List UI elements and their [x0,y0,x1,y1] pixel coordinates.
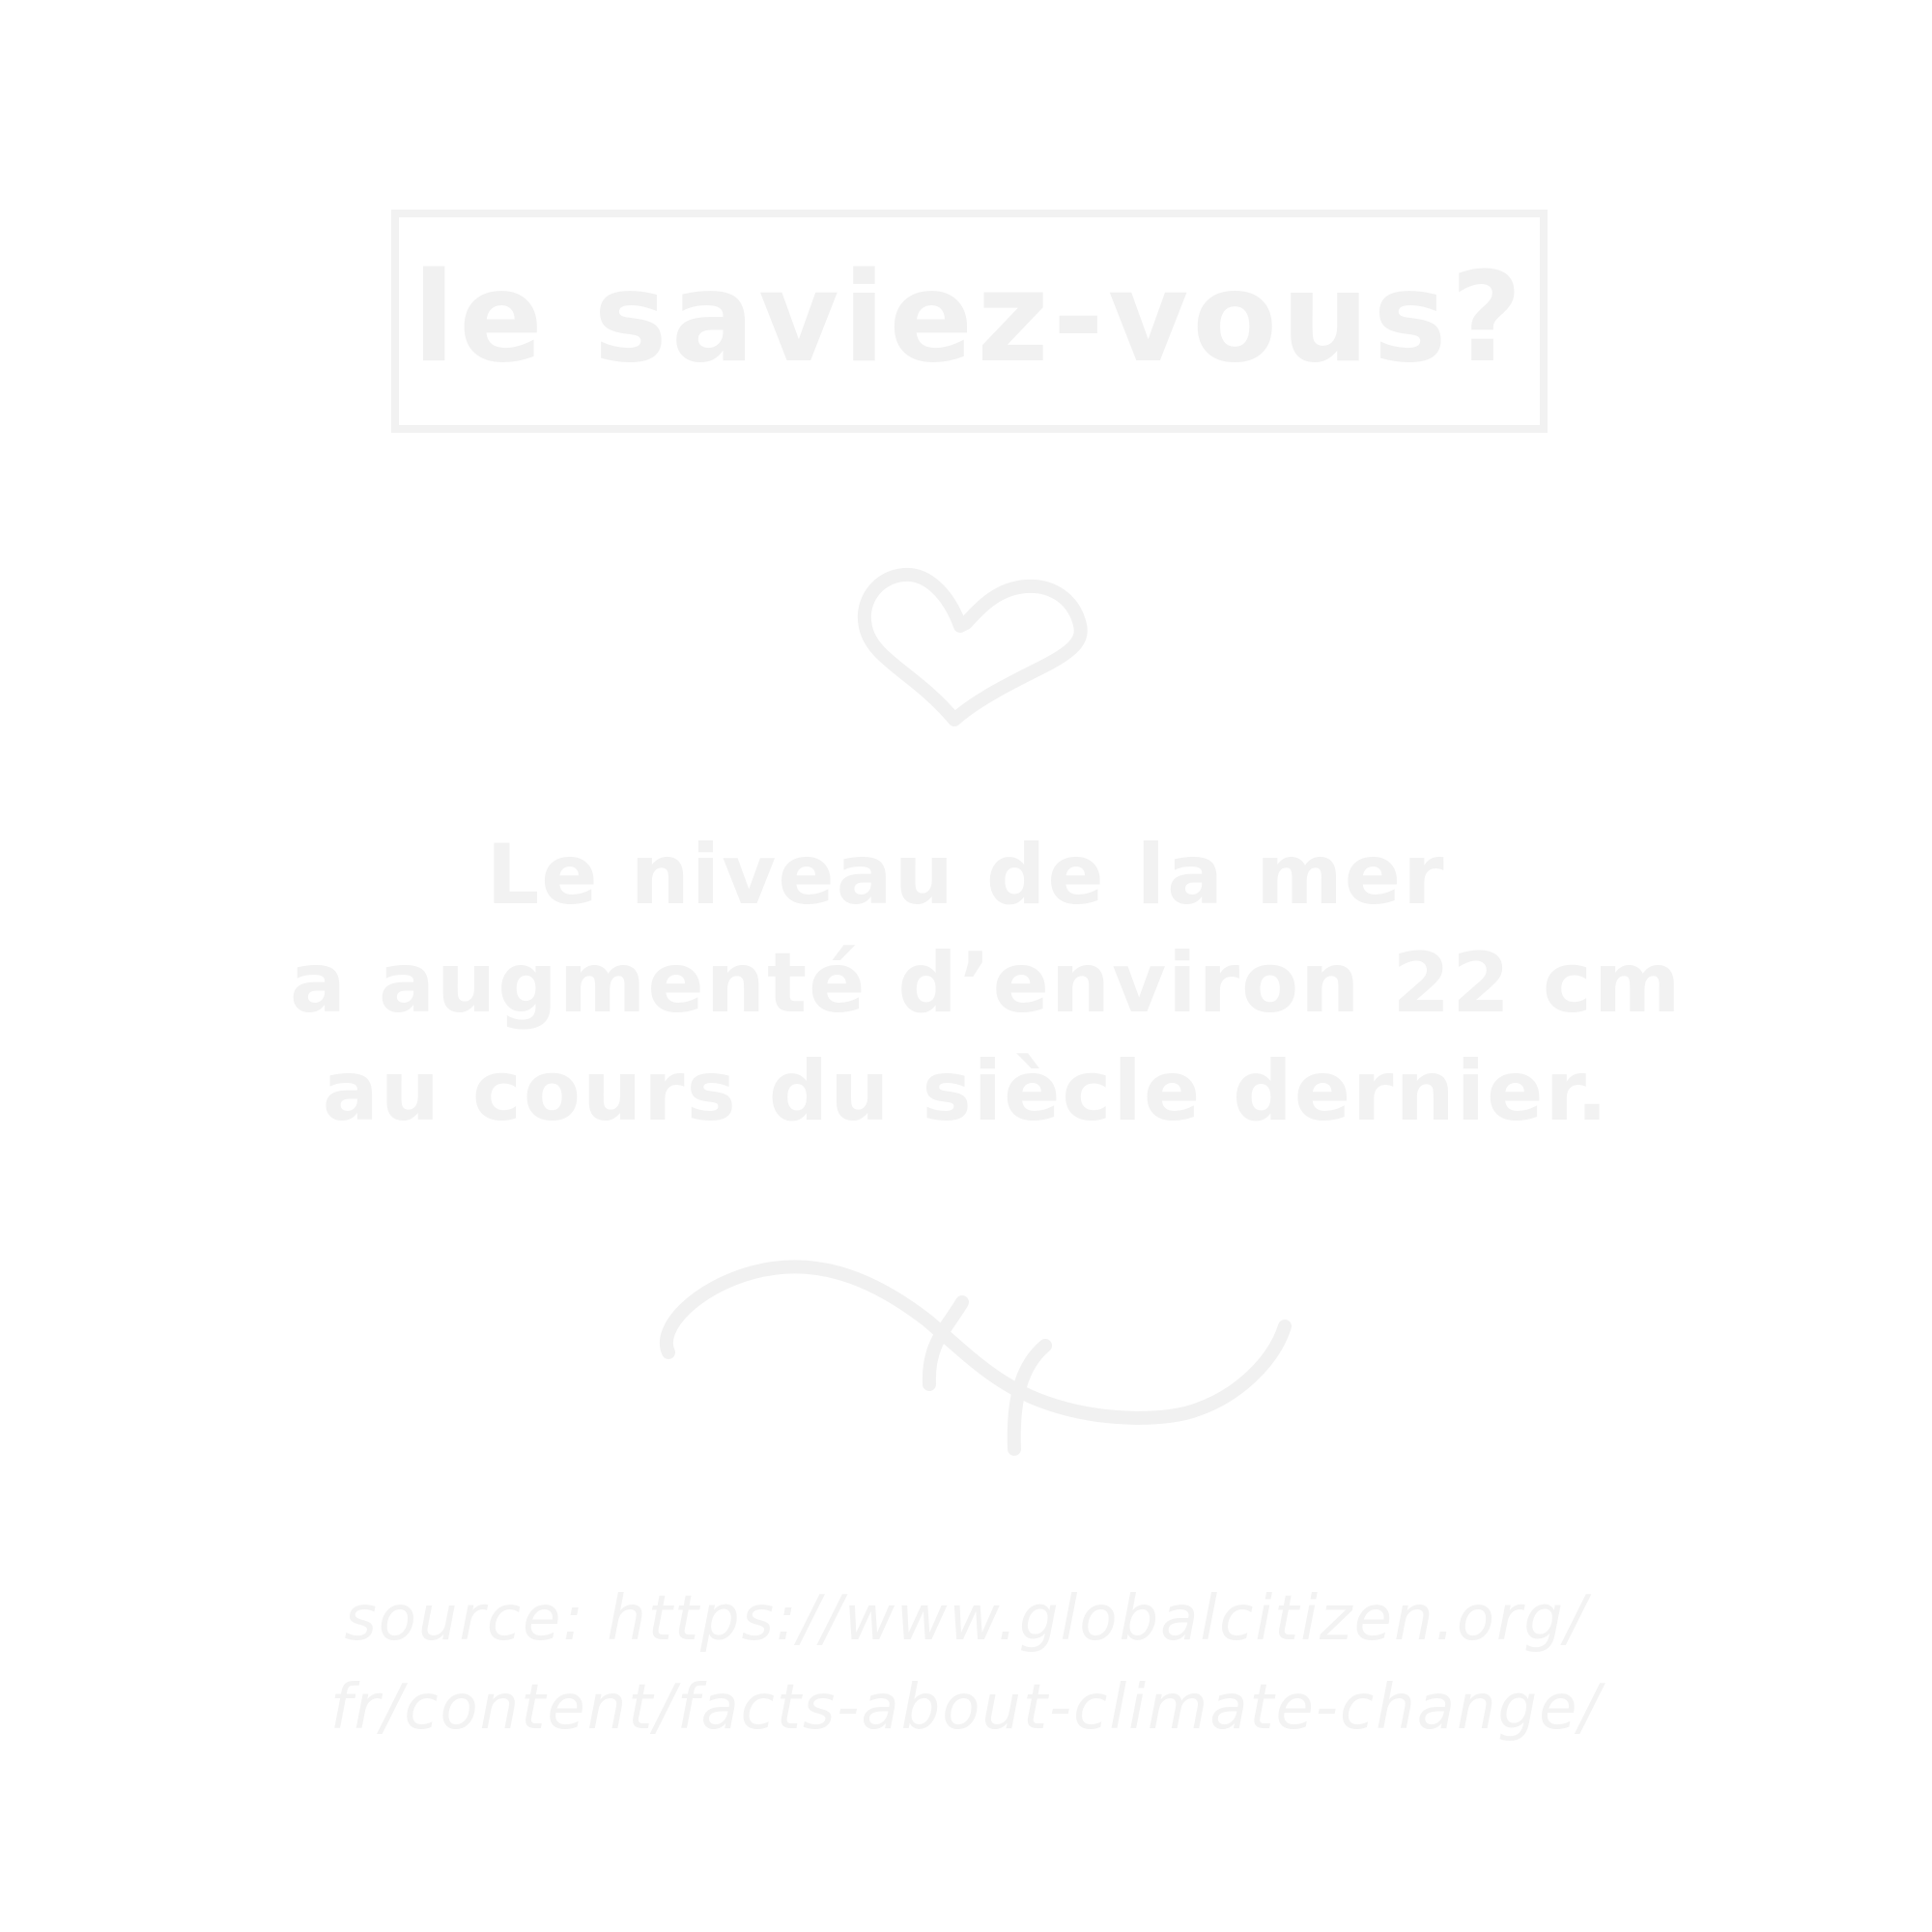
source-line-1: source: https://www.globalcitizen.org/ [344,1583,1588,1655]
fact-line-3: au cours du siècle dernier. [322,1043,1610,1140]
fact-line-1: Le niveau de la mer [486,827,1446,923]
source-citation: source: https://www.globalcitizen.org/ f… [290,1575,1642,1752]
fact-text: Le niveau de la mer a augmenté d’environ… [290,821,1683,1146]
title-frame: le saviez-vous? [391,210,1548,433]
fact-card: le saviez-vous? Le niveau de la mer a au… [0,0,1932,1932]
flourish-icon [660,1260,1292,1456]
fact-line-2: a augmenté d’environ 22 cm [290,935,1683,1032]
heart-icon [857,567,1088,726]
source-line-2: fr/content/facts-about-climate-change/ [329,1672,1603,1744]
page-title: le saviez-vous? [412,245,1526,390]
